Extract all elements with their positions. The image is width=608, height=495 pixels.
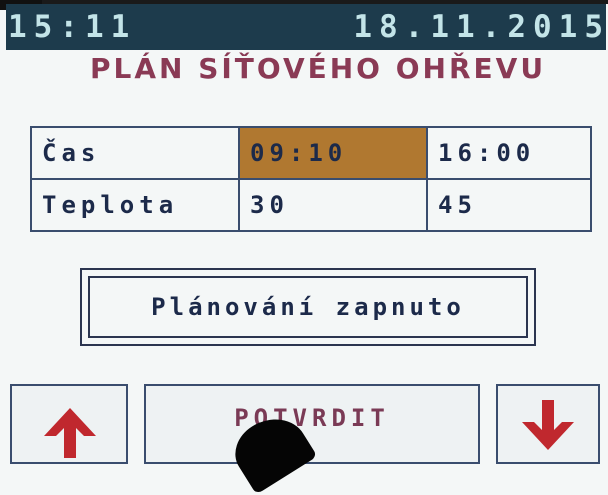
scheduling-toggle[interactable]: Plánování zapnuto bbox=[80, 268, 536, 346]
down-button[interactable] bbox=[496, 384, 600, 464]
time-value-2[interactable]: 16:00 bbox=[426, 126, 592, 180]
up-button[interactable] bbox=[10, 384, 128, 464]
time-value-1[interactable]: 09:10 bbox=[238, 126, 428, 180]
arrow-down-icon bbox=[522, 400, 574, 450]
time-label: Čas bbox=[30, 126, 240, 180]
temperature-label: Teplota bbox=[30, 178, 240, 232]
scheduling-status: Plánování zapnuto bbox=[88, 276, 528, 338]
page-title: PLÁN SÍŤOVÉHO OHŘEVU bbox=[90, 52, 547, 85]
temperature-value-2[interactable]: 45 bbox=[426, 178, 592, 232]
status-bar: 15:11 18.11.2015 bbox=[6, 4, 606, 50]
temperature-value-1[interactable]: 30 bbox=[238, 178, 428, 232]
schedule-table: Čas 09:10 16:00 Teplota 30 45 bbox=[30, 126, 592, 232]
table-row-time: Čas 09:10 16:00 bbox=[30, 126, 592, 180]
arrow-up-icon bbox=[44, 408, 96, 458]
table-row-temperature: Teplota 30 45 bbox=[30, 178, 592, 232]
clock-time: 15:11 bbox=[8, 9, 137, 45]
clock-date: 18.11.2015 bbox=[353, 9, 608, 45]
